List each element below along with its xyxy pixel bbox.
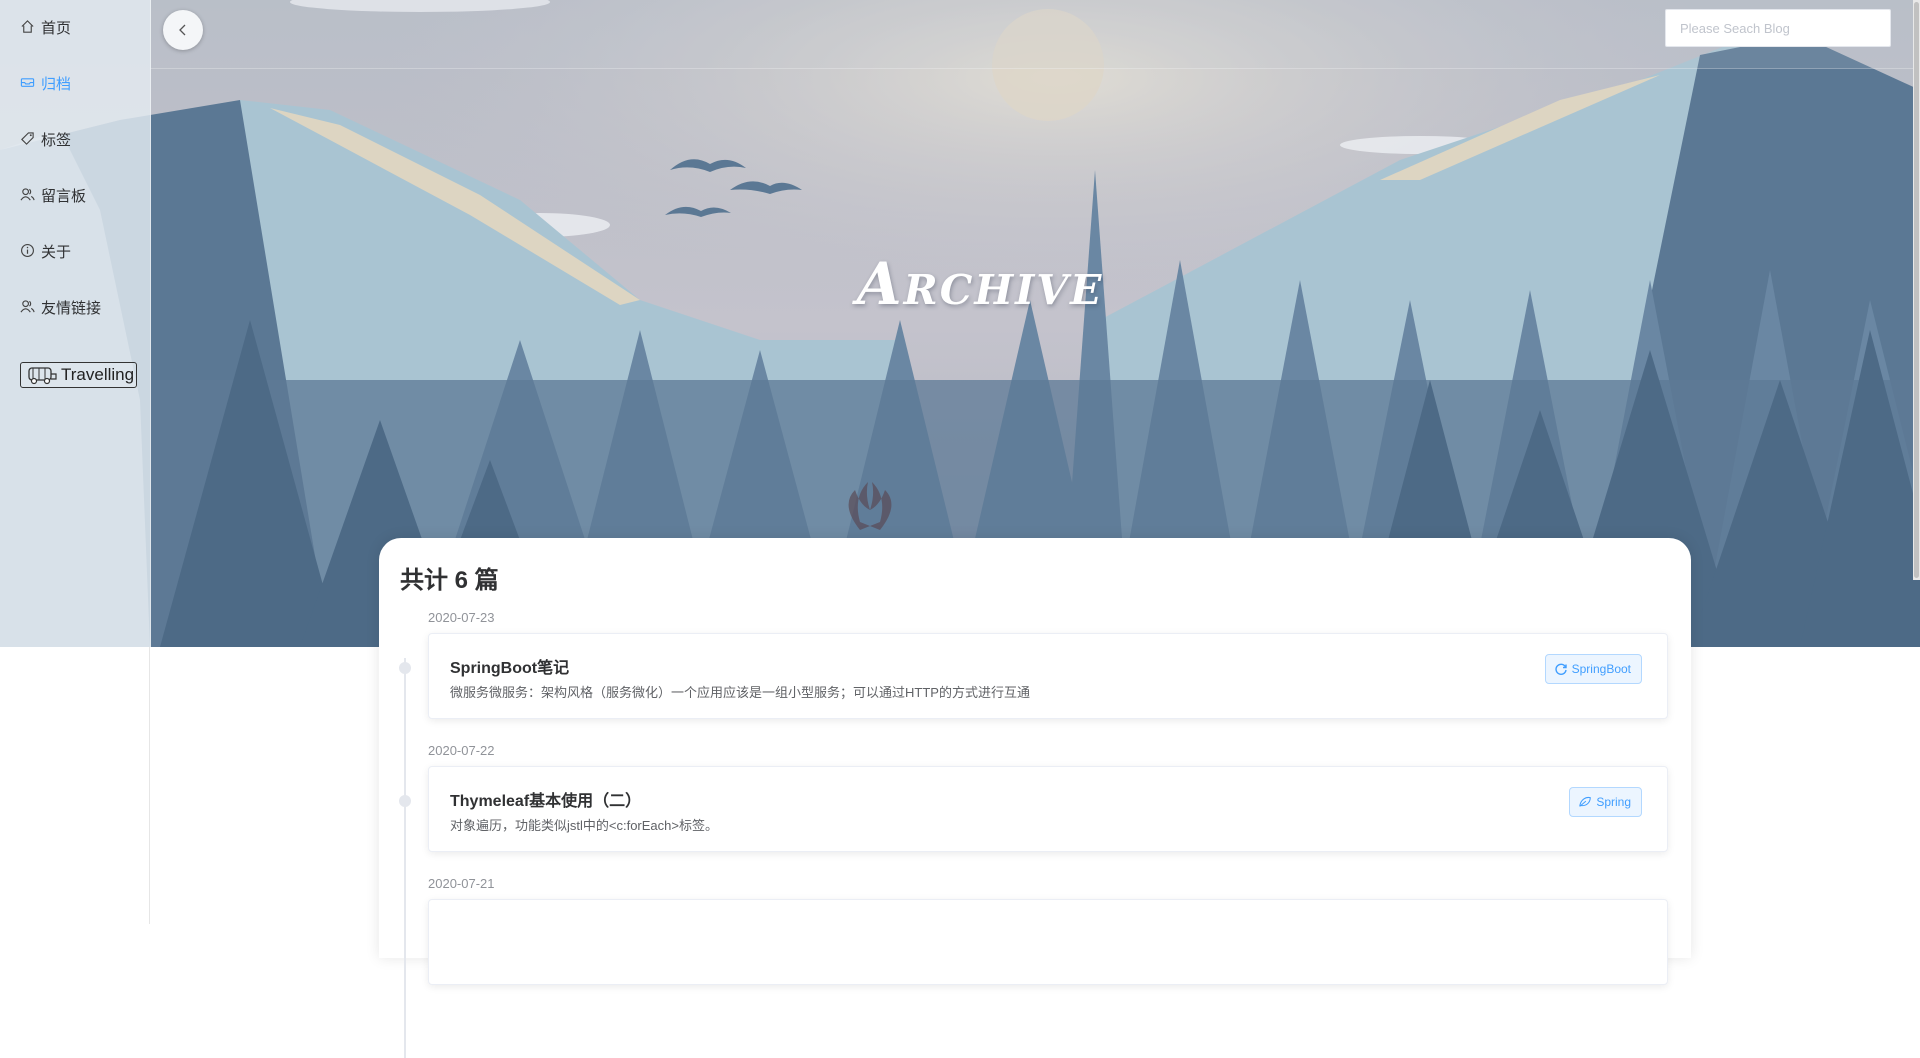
leaf-icon [1578, 795, 1592, 809]
timeline-date: 2020-07-22 [428, 743, 495, 758]
timeline-date: 2020-07-23 [428, 610, 495, 625]
archive-card: 共计 6 篇 2020-07-23 SpringBoot笔记 微服务微服务：架构… [379, 538, 1691, 1058]
sidebar-lower [0, 647, 150, 924]
sidebar-item-label: 留言板 [41, 187, 87, 205]
timeline-line [404, 658, 406, 1058]
travelling-car-icon [25, 364, 59, 386]
post-card[interactable] [428, 899, 1668, 985]
refresh-icon [1554, 662, 1568, 676]
sidebar [0, 0, 151, 647]
sidebar-item-label: 关于 [41, 243, 72, 261]
post-count-title: 共计 6 篇 [400, 567, 499, 594]
tag-icon [20, 131, 36, 147]
home-icon [20, 19, 36, 35]
post-title[interactable]: Thymeleaf基本使用（二） [450, 787, 641, 811]
post-title[interactable]: SpringBoot笔记 [450, 654, 569, 678]
post-card[interactable]: SpringBoot笔记 微服务微服务：架构风格（服务微化）一个应用应该是一组小… [428, 633, 1668, 719]
archive-box-icon [20, 75, 36, 91]
users-icon [20, 187, 36, 203]
timeline-dot [399, 662, 411, 674]
users-icon [20, 299, 36, 315]
post-card[interactable]: Thymeleaf基本使用（二） 对象遍历，功能类似jstl中的<c:forEa… [428, 766, 1668, 852]
post-description: 对象遍历，功能类似jstl中的<c:forEach>标签。 [450, 818, 718, 833]
scrollbar-thumb[interactable] [1914, 2, 1919, 578]
sidebar-item-home[interactable]: 首页 [20, 15, 71, 39]
collapse-sidebar-button[interactable] [163, 10, 203, 50]
sidebar-item-label: 首页 [41, 19, 72, 37]
post-tag[interactable]: Spring [1569, 787, 1642, 817]
sidebar-item-label: 友情链接 [41, 299, 102, 317]
top-header-bar [150, 0, 1920, 69]
post-description: 微服务微服务：架构风格（服务微化）一个应用应该是一组小型服务；可以通过HTTP的… [450, 685, 1030, 700]
sidebar-item-label: 归档 [41, 75, 72, 93]
travelling-label: Travelling [61, 365, 135, 384]
timeline-date: 2020-07-21 [428, 876, 495, 891]
search-input[interactable] [1665, 9, 1891, 47]
sidebar-item-friend-links[interactable]: 友情链接 [20, 295, 101, 319]
sidebar-item-about[interactable]: 关于 [20, 239, 71, 263]
travelling-button[interactable]: Travelling [20, 362, 137, 388]
timeline-dot [399, 795, 411, 807]
sidebar-item-message-board[interactable]: 留言板 [20, 183, 86, 207]
sidebar-item-label: 标签 [41, 131, 72, 149]
post-tag-label: Spring [1596, 795, 1631, 809]
post-tag-label: SpringBoot [1571, 662, 1631, 676]
sidebar-item-archive[interactable]: 归档 [20, 71, 71, 95]
page-title: Archive [856, 250, 1104, 318]
info-icon [20, 243, 36, 259]
post-tag[interactable]: SpringBoot [1544, 654, 1642, 684]
chevron-left-icon [179, 24, 186, 36]
sidebar-item-tags[interactable]: 标签 [20, 127, 71, 151]
